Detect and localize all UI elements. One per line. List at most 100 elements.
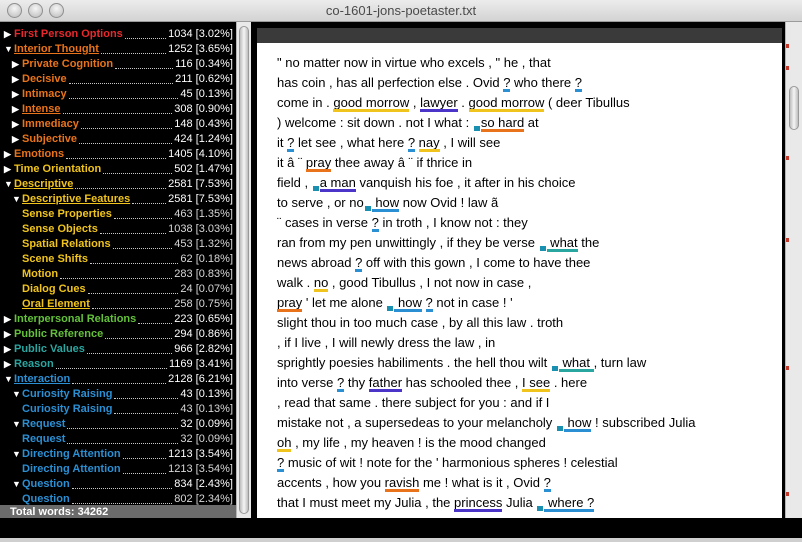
disclosure-open-icon[interactable]: ▼ (12, 387, 21, 402)
tagged-token[interactable]: oh (277, 435, 291, 450)
tree-row[interactable]: Scene Shifts 62 [0.18%] (0, 252, 236, 267)
tree-leader-dots (122, 447, 167, 459)
tree-row[interactable]: ▶ Intense 308 [0.90%] (0, 102, 236, 117)
disclosure-open-icon[interactable]: ▼ (12, 477, 21, 492)
tagged-token[interactable]: ? (426, 295, 433, 310)
tree-row[interactable]: ▶ Private Cognition 116 [0.34%] (0, 57, 236, 72)
tagged-token[interactable]: lawyer (420, 95, 458, 110)
tree-row[interactable]: ▼ Interaction 2128 [6.21%] (0, 372, 236, 387)
tagged-token[interactable]: where ? (544, 495, 594, 510)
disclosure-open-icon[interactable]: ▼ (4, 177, 13, 192)
tree-row[interactable]: ▶ Reason 1169 [3.41%] (0, 357, 236, 372)
tagged-token[interactable]: a man (320, 175, 356, 190)
text-scrollbar[interactable] (785, 22, 802, 518)
disclosure-closed-icon[interactable]: ▶ (4, 27, 12, 42)
tree-item-count: 148 [0.43%] (174, 118, 233, 130)
tree-row[interactable]: Directing Attention 1213 [3.54%] (0, 462, 236, 477)
tree-row[interactable]: Sense Properties 463 [1.35%] (0, 207, 236, 222)
tree-item-count: 1405 [4.10%] (168, 148, 233, 160)
tree-leader-dots (79, 132, 173, 144)
tagged-token[interactable]: how (564, 415, 592, 430)
tree-row[interactable]: Dialog Cues 24 [0.07%] (0, 282, 236, 297)
tagged-token[interactable]: how (372, 195, 399, 210)
tagged-token[interactable]: pray (306, 155, 331, 170)
text-line: it â ¨ pray thee away â ¨ if thrice in (277, 155, 695, 175)
tree-row[interactable]: ▶ Subjective 424 [1.24%] (0, 132, 236, 147)
disclosure-open-icon[interactable]: ▼ (4, 42, 13, 57)
tree-item-count: 24 [0.07%] (180, 283, 233, 295)
tree-row[interactable]: Motion 283 [0.83%] (0, 267, 236, 282)
tag-marker-icon (364, 206, 371, 211)
document-text-pane[interactable]: " no matter now in virtue who excels , "… (257, 28, 782, 518)
tagged-token[interactable]: how (394, 295, 422, 310)
disclosure-closed-icon[interactable]: ▶ (12, 117, 20, 132)
tree-row[interactable]: ▼ Curiosity Raising 43 [0.13%] (0, 387, 236, 402)
tagged-token[interactable]: ? (355, 255, 362, 270)
disclosure-closed-icon[interactable]: ▶ (4, 147, 12, 162)
tree-row[interactable]: ▶ Immediacy 148 [0.43%] (0, 117, 236, 132)
tagged-token[interactable]: ? (337, 375, 344, 390)
tree-row[interactable]: ▼ Descriptive Features 2581 [7.53%] (0, 192, 236, 207)
tree-row[interactable]: ▼ Request 32 [0.09%] (0, 417, 236, 432)
tree-row[interactable]: ▶ Public Reference 294 [0.86%] (0, 327, 236, 342)
disclosure-closed-icon[interactable]: ▶ (4, 342, 12, 357)
tagged-token[interactable]: ? (372, 215, 379, 230)
tree-item-label: Interior Thought (14, 43, 99, 55)
tagged-token[interactable]: so hard (481, 115, 524, 130)
tree-scroll-thumb[interactable] (239, 26, 249, 514)
tagged-token[interactable]: ravish (385, 475, 420, 490)
text-line: that I must meet my Julia , the princess… (277, 495, 695, 515)
tree-row[interactable]: ▶ Emotions 1405 [4.10%] (0, 147, 236, 162)
tree-row[interactable]: Oral Element 258 [0.75%] (0, 297, 236, 312)
tagged-token[interactable]: ? (408, 135, 415, 150)
disclosure-closed-icon[interactable]: ▶ (4, 162, 12, 177)
disclosure-open-icon[interactable]: ▼ (4, 372, 13, 387)
tree-row[interactable]: Sense Objects 1038 [3.03%] (0, 222, 236, 237)
tagged-token[interactable]: good morrow (469, 95, 545, 110)
tree-row[interactable]: ▶ Intimacy 45 [0.13%] (0, 87, 236, 102)
disclosure-closed-icon[interactable]: ▶ (12, 72, 20, 87)
tree-row[interactable]: ▶ Time Orientation 502 [1.47%] (0, 162, 236, 177)
tree-row[interactable]: ▶ First Person Options 1034 [3.02%] (0, 27, 236, 42)
tree-row[interactable]: Spatial Relations 453 [1.32%] (0, 237, 236, 252)
tagged-token[interactable]: ? (277, 455, 284, 470)
tagged-token[interactable]: ? (503, 75, 510, 90)
tree-row[interactable]: ▶ Decisive 211 [0.62%] (0, 72, 236, 87)
text-segment: thee away â ¨ if thrice in (331, 155, 473, 170)
disclosure-closed-icon[interactable]: ▶ (12, 87, 20, 102)
tagged-token[interactable]: no (314, 275, 328, 290)
text-scroll-thumb[interactable] (789, 86, 799, 130)
tree-row[interactable]: Curiosity Raising 43 [0.13%] (0, 402, 236, 417)
tree-row[interactable]: ▼ Question 834 [2.43%] (0, 477, 236, 492)
tagged-token[interactable]: ? (287, 135, 294, 150)
tree-row[interactable]: Request 32 [0.09%] (0, 432, 236, 447)
tree-row[interactable]: ▶ Public Values 966 [2.82%] (0, 342, 236, 357)
tagged-token[interactable]: good morrow (333, 95, 409, 110)
tree-leader-dots (132, 192, 167, 204)
disclosure-open-icon[interactable]: ▼ (12, 417, 21, 432)
tree-row[interactable]: ▶ Interpersonal Relations 223 [0.65%] (0, 312, 236, 327)
tree-item-label: Question (22, 478, 70, 490)
text-line: walk . no , good Tibullus , I not now in… (277, 275, 695, 295)
disclosure-closed-icon[interactable]: ▶ (12, 57, 20, 72)
disclosure-open-icon[interactable]: ▼ (12, 447, 21, 462)
disclosure-closed-icon[interactable]: ▶ (4, 312, 12, 327)
disclosure-closed-icon[interactable]: ▶ (4, 327, 12, 342)
disclosure-open-icon[interactable]: ▼ (12, 192, 21, 207)
disclosure-closed-icon[interactable]: ▶ (12, 102, 20, 117)
tagged-token[interactable]: what (559, 355, 594, 370)
tagged-token[interactable]: ? (575, 75, 582, 90)
tree-scrollbar[interactable] (236, 22, 251, 518)
tagged-token[interactable]: princess (454, 495, 502, 510)
tagged-token[interactable]: ? (544, 475, 551, 490)
tagged-token[interactable]: father (369, 375, 402, 390)
tagged-token[interactable]: nay (419, 135, 440, 150)
tagged-token[interactable]: what (547, 235, 577, 250)
tagged-token[interactable]: I see (522, 375, 550, 390)
tree-row[interactable]: ▼ Directing Attention 1213 [3.54%] (0, 447, 236, 462)
tree-row[interactable]: ▼ Descriptive 2581 [7.53%] (0, 177, 236, 192)
tree-row[interactable]: ▼ Interior Thought 1252 [3.65%] (0, 42, 236, 57)
disclosure-closed-icon[interactable]: ▶ (4, 357, 12, 372)
tagged-token[interactable]: pray (277, 295, 302, 310)
disclosure-closed-icon[interactable]: ▶ (12, 132, 20, 147)
